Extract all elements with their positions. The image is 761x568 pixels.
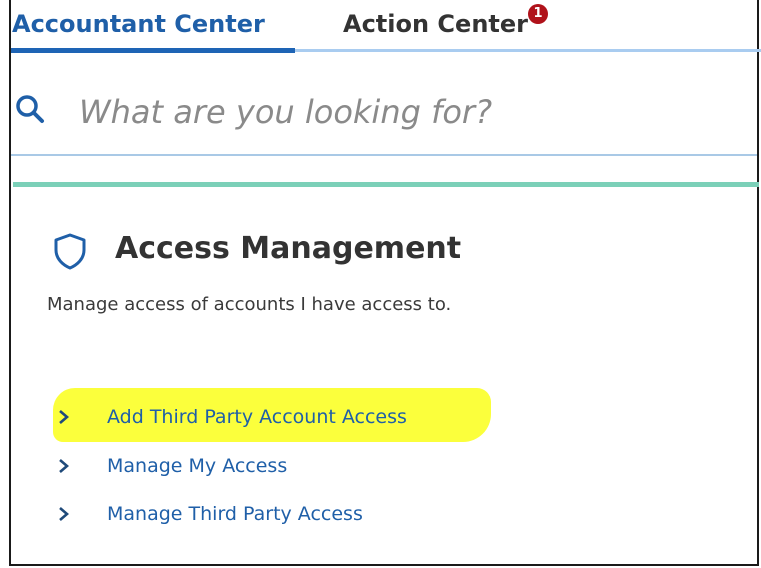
tab-underline [295,49,761,52]
search-bar [11,76,757,156]
active-tab-indicator [11,48,295,53]
link-label: Add Third Party Account Access [107,406,407,428]
tab-bar: Accountant Center Action Center 1 [11,0,761,53]
section-description: Manage access of accounts I have access … [47,294,452,315]
section-title: Access Management [115,231,462,266]
chevron-right-icon [59,459,69,473]
tab-action-center[interactable]: Action Center 1 [343,4,548,38]
shield-icon [54,233,86,270]
chevron-right-icon [59,410,69,424]
link-label: Manage Third Party Access [107,503,363,525]
chevron-right-icon [59,507,69,521]
tab-label: Accountant Center [12,10,265,38]
search-input[interactable] [79,90,719,134]
accountant-panel: Accountant Center Action Center 1 Access… [9,0,761,566]
tab-accountant-center[interactable]: Accountant Center [12,10,265,38]
search-icon[interactable] [15,94,45,124]
link-label: Manage My Access [107,455,288,477]
tab-label: Action Center [343,10,528,38]
section-divider [13,182,759,187]
notification-badge: 1 [528,4,548,24]
